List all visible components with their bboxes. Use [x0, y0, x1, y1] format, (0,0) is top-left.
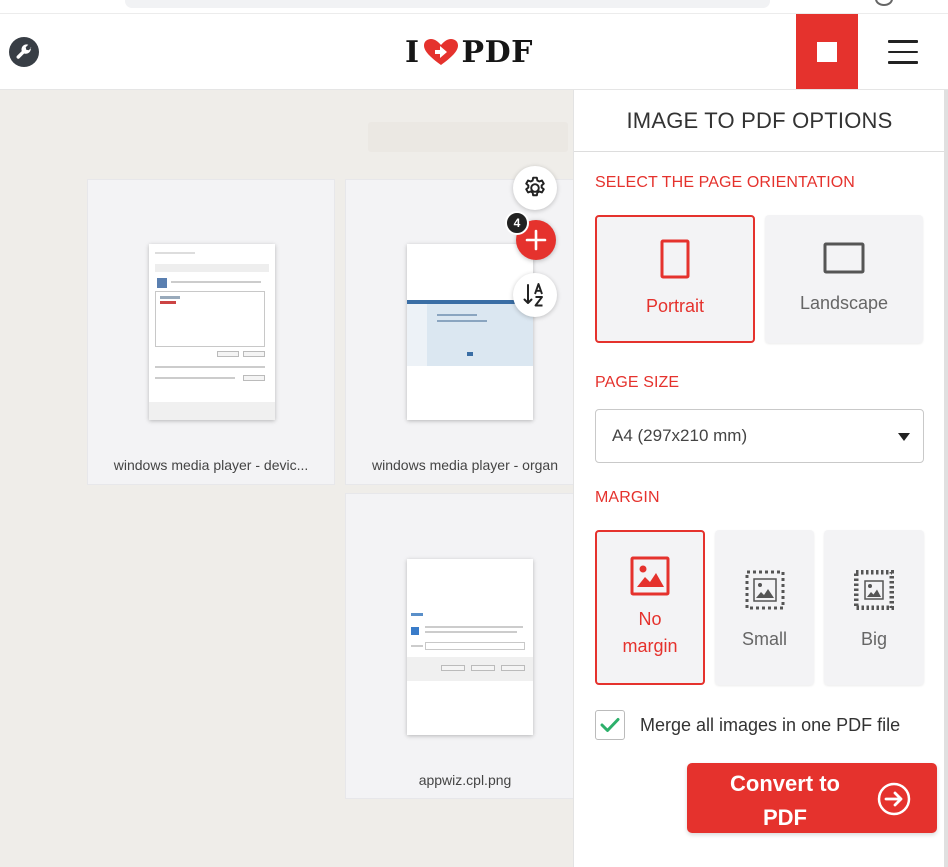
stop-button[interactable]: [796, 14, 858, 89]
thumb-run-icon: [411, 627, 419, 635]
file-name: appwiz.cpl.png: [418, 772, 512, 788]
file-card[interactable]: windows media player - devic...: [87, 179, 335, 485]
file-workspace: windows media player - devic... windows …: [0, 90, 573, 867]
thumb-text: [437, 320, 487, 322]
thumb-listbox: [155, 291, 265, 347]
thumb-button: [471, 665, 495, 671]
no-margin-label-line1: No: [638, 608, 662, 629]
sort-button[interactable]: [513, 273, 557, 317]
wrench-icon[interactable]: [9, 37, 39, 67]
options-panel: IMAGE TO PDF OPTIONS SELECT THE PAGE ORI…: [573, 90, 945, 867]
page-size-label: PAGE SIZE: [595, 374, 680, 391]
merge-option[interactable]: Merge all images in one PDF file: [595, 710, 900, 740]
thumb-text: [437, 314, 477, 316]
chevron-down-icon: [898, 433, 910, 441]
file-name: windows media player - organ: [372, 457, 558, 473]
merge-label: Merge all images in one PDF file: [640, 714, 901, 735]
portrait-label: Portrait: [645, 295, 705, 316]
file-thumbnail: [407, 559, 533, 735]
landscape-icon: [823, 242, 865, 273]
menu-bar: [888, 61, 918, 64]
thumb-title-line: [155, 252, 195, 254]
thumb-button: [217, 351, 239, 357]
panel-scrollbar[interactable]: [944, 90, 948, 867]
convert-label-line1: Convert to: [730, 771, 840, 796]
small-margin-label: Small: [741, 629, 787, 649]
landscape-option[interactable]: Landscape: [765, 215, 923, 343]
browser-toolbar: [0, 0, 948, 14]
heart-icon: [423, 38, 459, 66]
big-margin-image-icon: [854, 570, 894, 610]
thumb-text: [155, 377, 235, 379]
file-card[interactable]: appwiz.cpl.png: [345, 493, 573, 799]
ilovepdf-logo[interactable]: I PDF: [405, 34, 533, 70]
address-bar[interactable]: [125, 0, 770, 8]
thumb-list-item: [160, 296, 180, 299]
thumb-footer: [149, 402, 275, 420]
no-margin-image-icon: [630, 556, 670, 595]
big-margin-label: Big: [860, 629, 887, 649]
thumb-tabs: [155, 264, 269, 272]
file-thumbnail: [149, 244, 275, 420]
logo-text-right: PDF: [461, 34, 533, 70]
no-margin-label-line2: margin: [622, 635, 678, 656]
file-name: windows media player - devic...: [113, 457, 309, 473]
thumb-title: [411, 613, 423, 616]
thumb-list-item: [160, 301, 176, 304]
arrow-right-circle-icon: [877, 782, 911, 816]
convert-to-pdf-button[interactable]: Convert to PDF: [687, 763, 937, 833]
thumb-device-icon: [157, 278, 167, 288]
thumb-text: [411, 645, 423, 647]
stop-icon: [817, 41, 837, 62]
thumb-input: [425, 642, 525, 650]
convert-label: Convert to PDF: [705, 767, 865, 835]
file-thumbnail: [407, 244, 533, 420]
convert-label-line2: PDF: [763, 805, 807, 830]
thumb-button: [441, 665, 465, 671]
thumb-player-control: [467, 352, 473, 356]
page-size-value: A4 (297x210 mm): [612, 426, 748, 445]
thumb-button: [501, 665, 525, 671]
sort-az-icon: [523, 283, 543, 307]
thumb-button: [243, 375, 265, 381]
menu-bar: [888, 40, 918, 43]
merge-checkbox[interactable]: [595, 710, 625, 740]
margin-label: MARGIN: [595, 489, 660, 506]
no-margin-option[interactable]: No margin: [595, 530, 705, 685]
thumb-text: [425, 631, 517, 633]
gear-icon: [525, 176, 545, 197]
plus-icon: [525, 229, 547, 251]
workspace-ghost-bar: [368, 122, 568, 152]
thumb-text: [171, 281, 261, 283]
thumb-text: [155, 366, 265, 368]
hamburger-menu-icon[interactable]: [888, 40, 918, 64]
settings-button[interactable]: [513, 166, 557, 210]
big-margin-option[interactable]: Big: [824, 530, 924, 685]
portrait-option[interactable]: Portrait: [595, 215, 755, 343]
thumb-text: [425, 626, 523, 628]
panel-title: IMAGE TO PDF OPTIONS: [574, 90, 945, 152]
portrait-icon: [660, 239, 690, 278]
logo-text-left: I: [405, 34, 420, 70]
small-margin-image-icon: [745, 570, 784, 610]
profile-icon[interactable]: [875, 0, 893, 6]
page-size-select[interactable]: A4 (297x210 mm): [595, 409, 924, 463]
wrench-glyph: [16, 44, 32, 59]
menu-bar: [888, 50, 918, 53]
thumb-nav-pane: [407, 304, 427, 366]
file-count-badge: 4: [505, 211, 529, 235]
small-margin-option[interactable]: Small: [715, 530, 814, 685]
orientation-label: SELECT THE PAGE ORIENTATION: [595, 174, 855, 191]
thumb-button: [243, 351, 265, 357]
landscape-label: Landscape: [799, 292, 889, 313]
site-header: I PDF: [0, 14, 948, 90]
checkmark-icon: [600, 718, 620, 732]
